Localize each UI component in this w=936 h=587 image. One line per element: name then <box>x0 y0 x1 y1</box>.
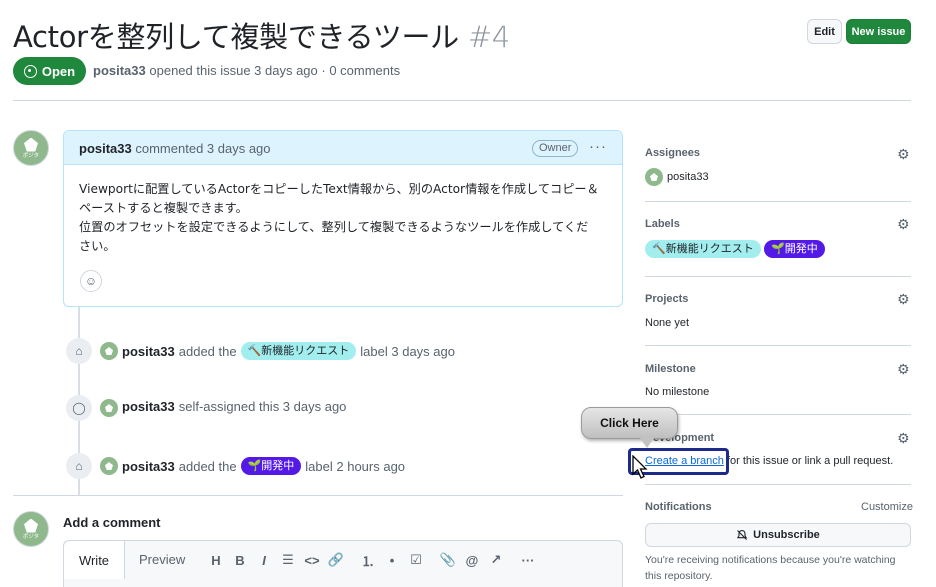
label-in-development[interactable]: 🌱開発中 <box>240 457 302 475</box>
bell-slash-icon <box>737 529 748 540</box>
comment-body-line: Viewportに配置しているActorをコピーしたText情報から、別のAct… <box>79 182 599 196</box>
event-user-link[interactable]: posita33 <box>122 344 175 359</box>
comment-body-line: さい。 <box>79 239 116 253</box>
timeline-event: posita33 self-assigned this 3 days ago <box>122 399 346 414</box>
italic-icon[interactable]: I <box>252 550 276 570</box>
labels-heading: Labels <box>645 218 680 230</box>
avatar-logo-text: ポジタ <box>22 152 40 159</box>
label-in-development[interactable]: 🌱開発中 <box>764 240 825 258</box>
sidebar-divider <box>645 414 911 415</box>
state-label: Open <box>41 63 76 79</box>
assignees-heading: Assignees <box>645 147 701 159</box>
issue-title: Actorを整列して複製できるツール #4 <box>13 14 510 56</box>
issue-comment: posita33 commented 3 days ago Owner ··· … <box>63 130 623 307</box>
timeline-event: posita33 added the 🌱開発中 label 2 hours ag… <box>122 457 405 475</box>
projects-heading: Projects <box>645 293 689 305</box>
gear-icon[interactable]: ⚙ <box>897 431 911 445</box>
smiley-reaction-icon[interactable]: ☺ <box>80 270 102 292</box>
issue-meta-text: opened this issue 3 days ago · 0 comment… <box>149 63 401 78</box>
attach-icon[interactable]: 📎 <box>436 550 460 570</box>
edit-button[interactable]: Edit <box>807 19 842 44</box>
timeline-divider <box>13 495 623 496</box>
avatar[interactable]: ポジタ <box>13 511 49 547</box>
event-text: label 3 days ago <box>360 343 455 359</box>
comment-action: commented 3 days ago <box>135 141 271 156</box>
notifications-text: You're receiving notifications because y… <box>645 554 896 582</box>
code-icon[interactable]: <> <box>300 550 324 570</box>
avatar[interactable] <box>100 457 118 475</box>
ordered-list-icon[interactable]: ⒈ <box>356 550 380 570</box>
unsubscribe-button[interactable]: Unsubscribe <box>645 523 911 547</box>
click-here-callout: Click Here <box>581 407 678 448</box>
development-rest: for this issue or link a pull request. <box>723 455 894 467</box>
milestone-value: No milestone <box>645 386 710 398</box>
gear-icon[interactable]: ⚙ <box>897 292 911 306</box>
add-comment-title: Add a comment <box>63 515 161 530</box>
person-icon: ◯ <box>66 395 92 421</box>
owner-badge: Owner <box>532 140 579 157</box>
customize-link[interactable]: Customize <box>861 501 913 513</box>
event-text: label 2 hours ago <box>305 458 406 474</box>
reference-icon[interactable]: ↗ <box>484 550 508 570</box>
avatar-logo-text: ポジタ <box>22 533 40 540</box>
tag-icon: ⌂ <box>66 453 92 479</box>
issue-author-link[interactable]: posita33 <box>93 63 146 78</box>
sidebar-divider <box>645 484 911 485</box>
label-feature-request[interactable]: 🔨新機能リクエスト <box>240 342 357 360</box>
header-divider <box>13 100 911 101</box>
issue-title-text: Actorを整列して複製できるツール <box>13 20 459 54</box>
task-list-icon[interactable]: ☑ <box>404 550 428 570</box>
avatar-leaf-icon <box>24 137 38 152</box>
more-icon[interactable]: ··· <box>516 550 540 570</box>
event-user-link[interactable]: posita33 <box>122 399 175 414</box>
sidebar-divider <box>645 345 911 346</box>
editor-toolbar: H B I ☰ <> 🔗 ⒈ • ☑ 📎 @ ↗ ··· <box>204 550 540 570</box>
comment-header: posita33 commented 3 days ago Owner ··· <box>64 131 622 165</box>
event-text: self-assigned this 3 days ago <box>178 399 347 414</box>
issue-open-icon <box>23 64 37 78</box>
avatar[interactable]: ポジタ <box>13 130 49 166</box>
sidebar-divider <box>645 276 911 277</box>
quote-icon[interactable]: ☰ <box>276 550 300 570</box>
avatar-leaf-icon <box>24 518 38 533</box>
link-icon[interactable]: 🔗 <box>324 550 348 570</box>
mouse-cursor-icon <box>632 455 648 479</box>
assignee-name[interactable]: posita33 <box>667 171 709 183</box>
comment-editor: Write Preview H B I ☰ <> 🔗 ⒈ • ☑ 📎 @ ↗ ·… <box>63 540 623 587</box>
issue-number: #4 <box>467 20 510 54</box>
unsubscribe-label: Unsubscribe <box>753 529 820 541</box>
state-badge: Open <box>13 57 86 85</box>
gear-icon[interactable]: ⚙ <box>897 217 911 231</box>
sidebar-divider <box>645 201 911 202</box>
avatar[interactable] <box>100 399 118 417</box>
tab-preview[interactable]: Preview <box>139 552 185 567</box>
kebab-menu-icon[interactable]: ··· <box>589 138 607 155</box>
comment-body-line: ペーストすると複製できます。 <box>79 201 248 215</box>
gear-icon[interactable]: ⚙ <box>897 362 911 376</box>
issue-meta: posita33 opened this issue 3 days ago · … <box>93 63 400 78</box>
tag-icon: ⌂ <box>66 338 92 364</box>
mention-icon[interactable]: @ <box>460 550 484 570</box>
new-issue-button[interactable]: New issue <box>846 19 911 44</box>
event-text: added the <box>178 458 237 474</box>
gear-icon[interactable]: ⚙ <box>897 147 911 161</box>
label-feature-request[interactable]: 🔨新機能リクエスト <box>645 240 761 258</box>
bold-icon[interactable]: B <box>228 550 252 570</box>
comment-body-line: 位置のオフセットを設定できるようにして、整列して複製できるようなツールを作成して… <box>79 220 589 234</box>
avatar[interactable] <box>100 342 118 360</box>
tab-write[interactable]: Write <box>64 541 125 579</box>
event-text: added the <box>178 343 237 359</box>
comment-author-line: posita33 commented 3 days ago <box>79 141 271 156</box>
heading-icon[interactable]: H <box>204 550 228 570</box>
timeline-event: posita33 added the 🔨新機能リクエスト label 3 day… <box>122 342 455 360</box>
comment-author-link[interactable]: posita33 <box>79 141 132 156</box>
avatar[interactable] <box>645 168 663 186</box>
event-user-link[interactable]: posita33 <box>122 459 175 474</box>
milestone-heading: Milestone <box>645 363 696 375</box>
comment-body: Viewportに配置しているActorをコピーしたText情報から、別のAct… <box>64 165 622 256</box>
unordered-list-icon[interactable]: • <box>380 550 404 570</box>
notifications-heading: Notifications <box>645 501 712 513</box>
projects-value: None yet <box>645 317 690 329</box>
